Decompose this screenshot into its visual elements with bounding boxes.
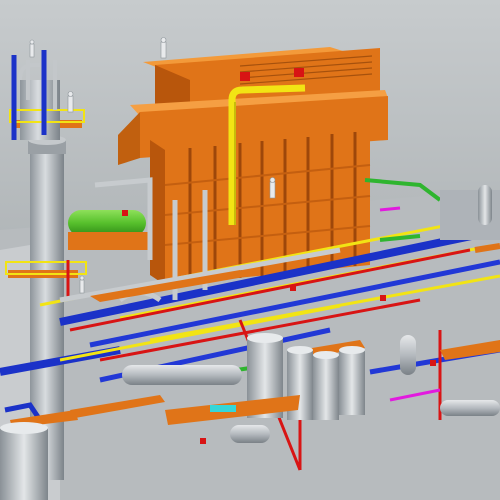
plant-3d-model-render [0, 0, 500, 500]
furnace-structure [118, 47, 388, 285]
green-drum-vessel [68, 210, 148, 250]
damper-red-2 [294, 68, 304, 77]
damper-red-1 [240, 72, 250, 81]
